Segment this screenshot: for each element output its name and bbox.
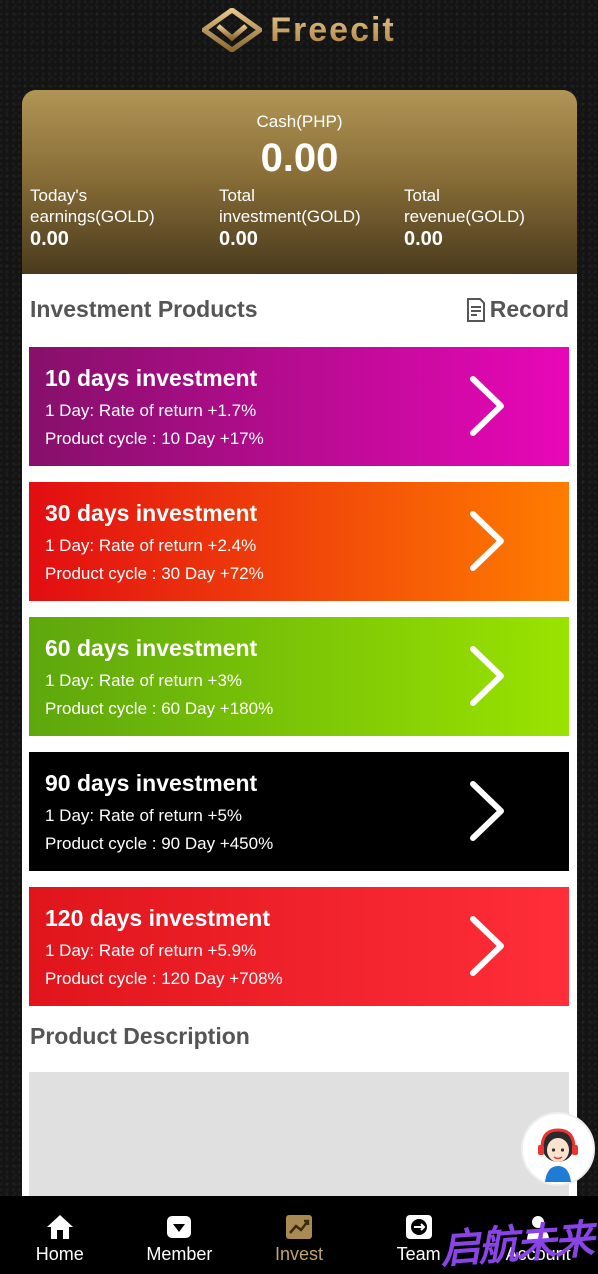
product-card[interactable]: 30 days investment 1 Day: Rate of return… — [29, 482, 569, 601]
product-cycle: Product cycle : 90 Day +450% — [45, 834, 274, 853]
brand-name: Freecit — [270, 10, 396, 49]
chevron-right-icon — [470, 916, 504, 976]
description-content — [29, 1072, 569, 1196]
member-icon — [163, 1212, 195, 1242]
product-rate: 1 Day: Rate of return +5.9% — [45, 941, 257, 960]
product-title: 90 days investment — [45, 770, 258, 796]
product-cycle: Product cycle : 10 Day +17% — [45, 429, 264, 448]
product-rate: 1 Day: Rate of return +1.7% — [45, 401, 257, 420]
stat-label: Total investment(GOLD) — [219, 186, 361, 226]
product-cycle: Product cycle : 30 Day +72% — [45, 564, 264, 583]
nav-label: Member — [146, 1244, 213, 1264]
support-agent-icon — [538, 1128, 578, 1182]
stat-todays-earnings: Today's earnings(GOLD) 0.00 — [30, 185, 200, 250]
nav-member[interactable]: Member — [120, 1196, 240, 1274]
products-title: Investment Products — [30, 296, 258, 322]
stat-total-investment: Total investment(GOLD) 0.00 — [219, 185, 389, 250]
product-card[interactable]: 60 days investment 1 Day: Rate of return… — [29, 617, 569, 736]
stat-value: 0.00 — [30, 228, 69, 250]
product-cycle: Product cycle : 120 Day +708% — [45, 969, 283, 988]
product-title: 120 days investment — [45, 905, 271, 931]
invest-icon — [283, 1212, 315, 1242]
product-rate: 1 Day: Rate of return +3% — [45, 671, 243, 690]
record-button[interactable]: Record — [466, 296, 569, 323]
nav-label: Team — [396, 1244, 441, 1264]
team-icon — [403, 1212, 435, 1242]
stat-label: Today's earnings(GOLD) — [30, 186, 155, 226]
chevron-right-icon — [470, 376, 504, 436]
description-title: Product Description — [30, 1023, 250, 1049]
logo-icon — [202, 8, 263, 52]
product-rate: 1 Day: Rate of return +5% — [45, 806, 243, 825]
nav-home[interactable]: Home — [0, 1196, 120, 1274]
nav-label: Home — [35, 1244, 84, 1264]
cash-value: 0.00 — [260, 136, 339, 180]
product-title: 10 days investment — [45, 365, 258, 391]
chevron-right-icon — [470, 511, 504, 571]
chevron-right-icon — [470, 646, 504, 706]
app-header: Freecit — [0, 0, 598, 90]
chevron-right-icon — [470, 781, 504, 841]
product-title: 30 days investment — [45, 500, 258, 526]
nav-invest[interactable]: Invest — [239, 1196, 359, 1274]
nav-label: Invest — [274, 1244, 323, 1264]
product-card[interactable]: 120 days investment 1 Day: Rate of retur… — [29, 887, 569, 1006]
product-title: 60 days investment — [45, 635, 258, 661]
main-content: Investment Products Record 10 days inves… — [22, 274, 577, 1196]
customer-support-button[interactable] — [521, 1112, 595, 1186]
record-label: Record — [489, 296, 569, 322]
balance-summary: Cash(PHP) 0.00 Today's earnings(GOLD) 0.… — [22, 90, 577, 274]
stat-total-revenue: Total revenue(GOLD) 0.00 — [404, 185, 554, 250]
product-card[interactable]: 90 days investment 1 Day: Rate of return… — [29, 752, 569, 871]
product-card[interactable]: 10 days investment 1 Day: Rate of return… — [29, 347, 569, 466]
stat-value: 0.00 — [404, 228, 443, 250]
stat-value: 0.00 — [219, 228, 258, 250]
home-icon — [44, 1212, 76, 1242]
product-rate: 1 Day: Rate of return +2.4% — [45, 536, 257, 555]
stat-label: Total revenue(GOLD) — [404, 186, 525, 226]
brand-logo: Freecit — [202, 8, 396, 52]
document-icon — [466, 297, 485, 322]
product-cycle: Product cycle : 60 Day +180% — [45, 699, 274, 718]
cash-label: Cash(PHP) — [256, 112, 343, 131]
watermark-logo: 启航未来 — [438, 1215, 594, 1274]
